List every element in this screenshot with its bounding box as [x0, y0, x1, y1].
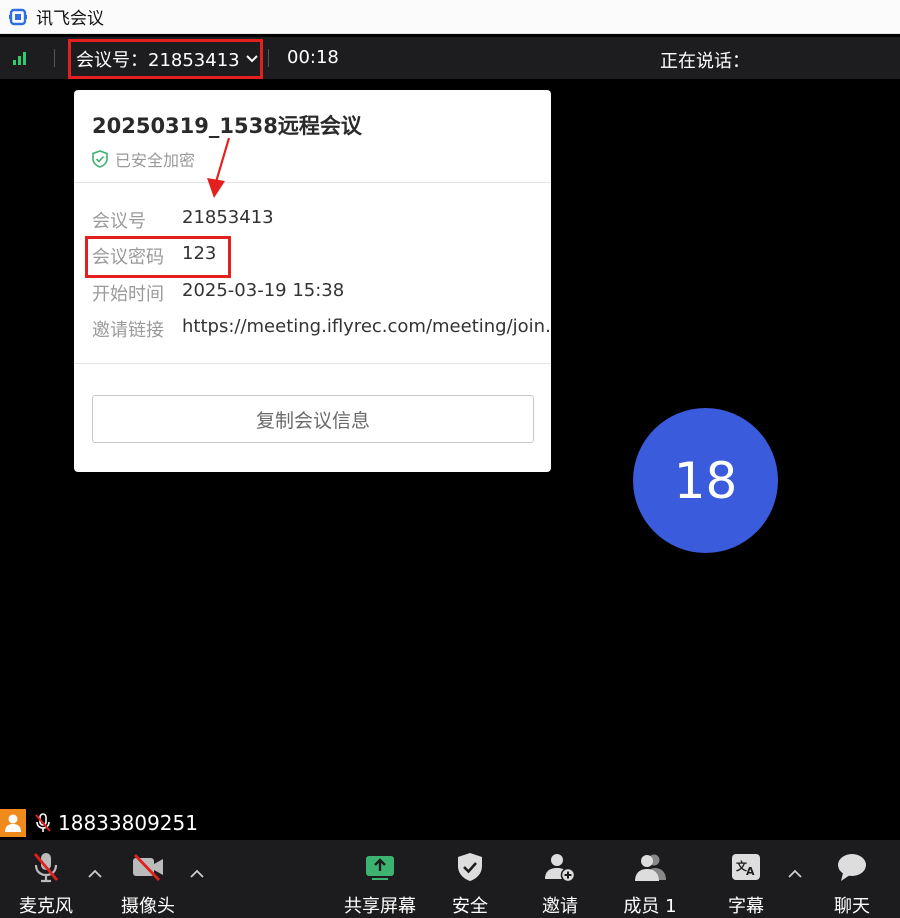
info-row-start-time: 开始时间 2025-03-19 15:38	[92, 280, 344, 306]
encryption-status: 已安全加密	[92, 147, 195, 171]
info-row-meeting-id: 会议号 21853413	[92, 207, 274, 233]
meeting-id-button[interactable]: 会议号：21853413	[68, 39, 263, 79]
camera-options-chevron-up-icon[interactable]	[188, 866, 206, 880]
copy-meeting-info-button[interactable]: 复制会议信息	[92, 395, 534, 443]
title-bar: 讯飞会议	[0, 0, 900, 34]
annotation-arrow-icon	[207, 137, 231, 198]
mic-muted-icon	[34, 813, 52, 833]
share-screen-label: 共享屏幕	[344, 896, 416, 917]
chat-label: 聊天	[834, 896, 870, 917]
info-row-invite-link: 邀请链接 https://meeting.iflyrec.com/meeting…	[92, 316, 550, 342]
shield-check-icon	[92, 150, 108, 168]
invite-link[interactable]: https://meeting.iflyrec.com/meeting/join…	[182, 316, 550, 342]
mic-options-chevron-up-icon[interactable]	[86, 866, 104, 880]
camera-label: 摄像头	[121, 896, 175, 917]
security-button[interactable]: 安全	[446, 840, 494, 918]
meeting-info-popover: 20250319_1538远程会议 已安全加密 会议号 21853413 会议密…	[74, 90, 551, 472]
encryption-text: 已安全加密	[115, 151, 196, 170]
divider	[74, 363, 551, 364]
chevron-down-icon	[245, 55, 258, 63]
share-screen-button[interactable]: 共享屏幕	[340, 840, 420, 918]
camera-off-icon	[131, 850, 165, 883]
share-screen-icon	[363, 850, 397, 883]
bottom-toolbar: 麦克风 摄像头 共享屏幕 安全 邀请 成员 1 文 A 字幕 聊天	[0, 840, 900, 918]
divider	[54, 49, 55, 67]
info-label: 会议号	[92, 211, 146, 232]
meeting-top-bar: 会议号：21853413 00:18 正在说话：	[0, 37, 900, 79]
participant-label: 18833809251	[0, 808, 198, 838]
iflytek-logo-icon	[8, 7, 28, 27]
members-icon	[633, 850, 667, 883]
svg-text:A: A	[746, 865, 755, 878]
info-label: 开始时间	[92, 284, 164, 305]
meeting-timer: 00:18	[287, 47, 339, 68]
window-title: 讯飞会议	[36, 9, 104, 29]
invite-label: 邀请	[542, 896, 578, 917]
divider	[268, 49, 269, 67]
divider	[74, 182, 551, 183]
password-highlight-box	[85, 236, 231, 278]
signal-strength-icon[interactable]	[13, 51, 31, 65]
participant-name: 18833809251	[58, 811, 198, 835]
info-value: 2025-03-19 15:38	[182, 280, 345, 301]
subtitles-button[interactable]: 文 A 字幕	[722, 840, 770, 918]
chat-bubble-icon	[835, 850, 869, 883]
info-label: 邀请链接	[92, 320, 164, 341]
members-label: 成员 1	[623, 896, 677, 917]
info-value[interactable]: 21853413	[182, 207, 274, 233]
meeting-id-label: 会议号：21853413	[76, 50, 240, 71]
security-label: 安全	[452, 896, 488, 917]
subtitles-options-chevron-up-icon[interactable]	[786, 866, 804, 880]
participant-avatar: 18	[633, 408, 778, 553]
speaking-indicator: 正在说话：	[660, 51, 750, 72]
translate-icon: 文 A	[729, 850, 763, 883]
invite-button[interactable]: 邀请	[536, 840, 584, 918]
add-user-icon	[543, 850, 577, 883]
members-button[interactable]: 成员 1	[618, 840, 682, 918]
mic-muted-icon	[29, 850, 63, 883]
chat-button[interactable]: 聊天	[828, 840, 876, 918]
host-user-icon	[0, 809, 26, 837]
camera-button[interactable]: 摄像头	[116, 840, 180, 918]
mic-label: 麦克风	[19, 896, 73, 917]
subtitles-label: 字幕	[728, 896, 764, 917]
mic-button[interactable]: 麦克风	[14, 840, 78, 918]
shield-check-icon	[453, 850, 487, 883]
